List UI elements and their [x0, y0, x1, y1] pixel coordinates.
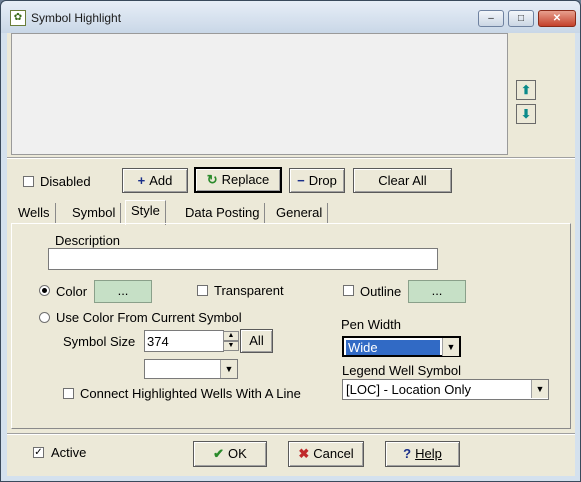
app-icon: ✿: [10, 10, 26, 26]
add-label: Add: [149, 173, 173, 188]
legend-well-symbol-value: [LOC] - Location Only: [346, 382, 471, 397]
minimize-button[interactable]: –: [478, 10, 504, 27]
drop-button[interactable]: − Drop: [289, 168, 345, 193]
transparent-label: Transparent: [214, 283, 284, 298]
plus-icon: +: [137, 173, 146, 188]
dialog-client: ⬆ ⬇ Disabled + Add ↻ Replace − Drop Clear A…: [7, 33, 575, 476]
arrow-down-icon: ⬇: [520, 107, 532, 121]
use-current-color-radio[interactable]: [39, 312, 50, 323]
ok-label: OK: [228, 446, 247, 461]
active-checkbox[interactable]: ✓: [33, 447, 44, 458]
symbol-size-label: Symbol Size: [63, 334, 136, 349]
description-label: Description: [55, 233, 121, 248]
pen-width-select[interactable]: Wide ▼: [342, 336, 461, 357]
replace-button[interactable]: ↻ Replace: [194, 167, 282, 193]
outline-checkbox[interactable]: [343, 285, 354, 296]
legend-well-symbol-label: Legend Well Symbol: [342, 363, 461, 378]
connect-wells-checkbox[interactable]: [63, 388, 74, 399]
chevron-down-icon: ▼: [220, 360, 237, 378]
pen-width-label: Pen Width: [341, 317, 401, 332]
title-bar[interactable]: ✿ Symbol Highlight – □ ✕: [1, 1, 580, 33]
window-title: Symbol Highlight: [31, 11, 122, 25]
disabled-checkbox[interactable]: [23, 176, 34, 187]
x-icon: ✖: [298, 446, 310, 461]
outline-label: Outline: [360, 284, 402, 299]
clear-all-button[interactable]: Clear All: [353, 168, 452, 193]
chevron-down-icon: ▼: [531, 380, 548, 398]
tab-general[interactable]: General: [271, 203, 329, 223]
tab-data-posting[interactable]: Data Posting: [180, 203, 266, 223]
help-label: Help: [415, 446, 442, 461]
size-all-button[interactable]: All: [240, 329, 273, 353]
tab-wells[interactable]: Wells: [13, 203, 56, 223]
maximize-button[interactable]: □: [508, 10, 534, 27]
ok-button[interactable]: ✔ OK: [193, 441, 267, 467]
cancel-label: Cancel: [313, 446, 354, 461]
color-label: Color: [56, 284, 88, 299]
symbol-size-value: 374: [147, 334, 169, 349]
chevron-down-icon: ▼: [442, 338, 459, 356]
outline-color-button[interactable]: ...: [408, 280, 466, 303]
legend-well-symbol-select[interactable]: [LOC] - Location Only ▼: [342, 379, 549, 400]
tab-style[interactable]: Style: [125, 200, 166, 225]
move-up-button[interactable]: ⬆: [516, 80, 536, 100]
active-label: Active: [51, 445, 87, 460]
divider: [7, 157, 575, 159]
disabled-label: Disabled: [40, 174, 91, 189]
help-icon: ?: [403, 446, 412, 461]
footer-divider: [7, 433, 575, 435]
connect-wells-label: Connect Highlighted Wells With A Line: [80, 386, 301, 401]
check-icon: ✔: [213, 446, 225, 461]
add-button[interactable]: + Add: [122, 168, 188, 193]
spin-down-icon[interactable]: ▼: [223, 341, 239, 351]
replace-label: Replace: [221, 172, 270, 187]
transparent-checkbox[interactable]: [197, 285, 208, 296]
description-input[interactable]: [48, 248, 438, 270]
arrow-up-icon: ⬆: [520, 83, 532, 97]
minus-icon: −: [297, 173, 305, 188]
move-down-button[interactable]: ⬇: [516, 104, 536, 124]
color-radio[interactable]: [39, 285, 50, 296]
symbol-highlight-window: ✿ Symbol Highlight – □ ✕ ⬆ ⬇ Disabled + A…: [0, 0, 581, 482]
use-current-color-label: Use Color From Current Symbol: [56, 310, 242, 325]
tab-symbol[interactable]: Symbol: [67, 203, 122, 223]
drop-label: Drop: [308, 173, 337, 188]
cancel-button[interactable]: ✖ Cancel: [288, 441, 364, 467]
help-button[interactable]: ? Help: [385, 441, 460, 467]
symbol-size-input[interactable]: 374: [144, 330, 224, 352]
highlight-list[interactable]: [11, 33, 508, 155]
spin-up-icon[interactable]: ▲: [223, 331, 239, 341]
close-button[interactable]: ✕: [538, 10, 576, 27]
replace-arrow-icon: ↻: [206, 172, 218, 187]
pen-width-value: Wide: [346, 340, 440, 355]
size-combo[interactable]: ▼: [144, 359, 238, 379]
color-swatch-button[interactable]: ...: [94, 280, 152, 303]
